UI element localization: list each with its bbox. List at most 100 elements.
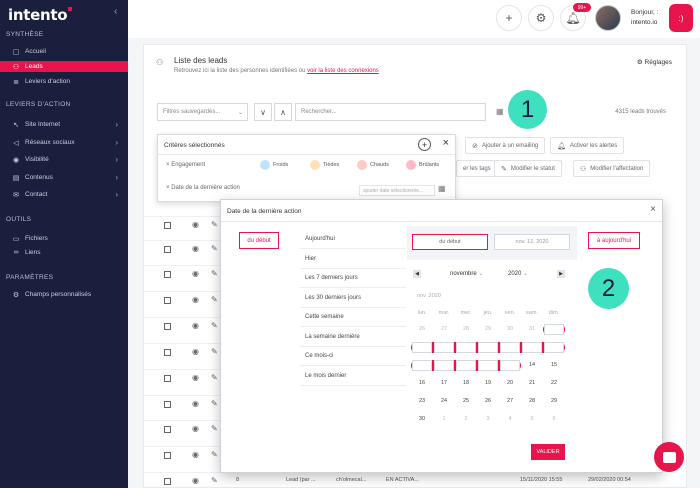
close-icon[interactable]: ×: [443, 137, 449, 149]
row-checkbox[interactable]: [164, 246, 171, 253]
calendar-day[interactable]: 25: [456, 396, 476, 407]
calendar-day[interactable]: 30: [412, 414, 432, 425]
calendar-day[interactable]: 20: [500, 378, 520, 389]
calendar-icon[interactable]: ▦: [438, 184, 446, 193]
chip-brulants[interactable]: Brûlants: [406, 160, 439, 170]
eye-icon[interactable]: ◉: [192, 373, 199, 382]
preset-this-month[interactable]: Ce mois-ci: [300, 347, 406, 366]
to-today-button[interactable]: à aujourd'hui: [588, 232, 640, 249]
calendar-day[interactable]: 1: [434, 414, 454, 425]
add-criteria-button[interactable]: +: [418, 138, 431, 151]
row-checkbox[interactable]: [164, 452, 171, 459]
row-checkbox[interactable]: [164, 375, 171, 382]
table-row[interactable]: ◉ ✎: [143, 472, 220, 488]
calendar-day[interactable]: 3: [434, 342, 454, 353]
eye-icon[interactable]: ◉: [192, 244, 199, 253]
table-row[interactable]: ◉ ✎: [143, 369, 220, 387]
edit-icon[interactable]: ✎: [211, 295, 218, 304]
validate-button[interactable]: VALIDER: [531, 444, 565, 460]
calendar-day[interactable]: 10: [434, 360, 454, 371]
calendar-day[interactable]: 7: [522, 342, 542, 353]
preset-this-week[interactable]: Cette semaine: [300, 308, 406, 327]
calendar-day[interactable]: 17: [434, 378, 454, 389]
eye-icon[interactable]: ◉: [192, 347, 199, 356]
calendar-day[interactable]: 26: [412, 324, 432, 335]
eye-icon[interactable]: ◉: [192, 295, 199, 304]
sort-down-button[interactable]: ∨: [254, 103, 272, 121]
calendar-day[interactable]: 6: [500, 342, 520, 353]
edit-icon[interactable]: ✎: [211, 347, 218, 356]
edit-icon[interactable]: ✎: [211, 269, 218, 278]
calendar-day[interactable]: 12: [478, 360, 498, 371]
calendar-day[interactable]: 4: [500, 414, 520, 425]
edit-status-button[interactable]: ✎ Modifier le statut: [494, 160, 562, 177]
calendar-day[interactable]: 26: [478, 396, 498, 407]
calendar-day[interactable]: 2: [412, 342, 432, 353]
sidebar-item-site-internet[interactable]: ↖ Site Internet ›: [0, 119, 128, 130]
row-checkbox[interactable]: [164, 323, 171, 330]
edit-icon[interactable]: ✎: [211, 424, 218, 433]
table-row[interactable]: ◉ ✎: [143, 291, 220, 309]
table-row[interactable]: ◉ ✎: [143, 420, 220, 438]
search-input[interactable]: Rechercher...: [295, 103, 486, 121]
calendar-day[interactable]: 14: [522, 360, 542, 371]
remove-icon[interactable]: ×: [166, 162, 170, 168]
preset-last-30-days[interactable]: Les 30 derniers jours: [300, 289, 406, 308]
edit-tags-button[interactable]: er les tags: [456, 160, 498, 177]
eye-icon[interactable]: ◉: [192, 220, 199, 229]
next-month-icon[interactable]: ▶: [557, 270, 565, 278]
calendar-day[interactable]: 29: [544, 396, 564, 407]
sidebar-item-contact[interactable]: ✉ Contact ›: [0, 189, 128, 200]
sidebar-item-visibilite[interactable]: ◉ Visibilité ›: [0, 154, 128, 165]
preset-last-week[interactable]: La semaine dernière: [300, 328, 406, 347]
edit-icon[interactable]: ✎: [211, 373, 218, 382]
edit-icon[interactable]: ✎: [211, 450, 218, 459]
sidebar-item-fichiers[interactable]: ▭ Fichiers: [0, 233, 128, 244]
preset-yesterday[interactable]: Hier: [300, 250, 406, 269]
preset-last-7-days[interactable]: Les 7 derniers jours: [300, 269, 406, 288]
close-icon[interactable]: ×: [650, 204, 656, 215]
sidebar-item-accueil[interactable]: ▢ Accueil: [0, 46, 128, 57]
add-to-emailing-button[interactable]: ⊘ Ajouter à un emailing: [465, 137, 546, 154]
calendar-day[interactable]: 4: [456, 342, 476, 353]
calendar-day[interactable]: 29: [478, 324, 498, 335]
from-start-button[interactable]: du début: [239, 232, 279, 249]
sidebar-item-leviers[interactable]: ≣ Leviers d'action: [0, 76, 128, 87]
row-checkbox[interactable]: [164, 297, 171, 304]
settings-button[interactable]: ⚙ Réglages: [637, 58, 672, 66]
date-to-input[interactable]: nov. 12, 2020: [494, 234, 570, 250]
calendar-day[interactable]: 28: [522, 396, 542, 407]
eye-icon[interactable]: ◉: [192, 321, 199, 330]
row-checkbox[interactable]: [164, 478, 171, 485]
sidebar-item-reseaux[interactable]: ◁ Réseaux sociaux ›: [0, 137, 128, 148]
prev-month-icon[interactable]: ◀: [413, 270, 421, 278]
sidebar-item-liens[interactable]: ∞ Liens: [0, 247, 128, 258]
collapse-sidebar-icon[interactable]: ‹: [114, 6, 117, 17]
edit-icon[interactable]: ✎: [211, 399, 218, 408]
eye-icon[interactable]: ◉: [192, 424, 199, 433]
calendar-day[interactable]: 8: [544, 342, 564, 353]
calendar-day[interactable]: 16: [412, 378, 432, 389]
calendar-day[interactable]: 1: [544, 324, 564, 335]
table-row-partial[interactable]: 8 Lead (par ... ch'olmecal... EN ACTIVA.…: [220, 474, 687, 488]
date-from-input[interactable]: du début: [412, 234, 488, 250]
calendar-day-today[interactable]: 13: [500, 360, 520, 371]
edit-icon[interactable]: ✎: [211, 220, 218, 229]
integrations-button[interactable]: ⚙: [528, 5, 554, 31]
calendar-day[interactable]: 11: [456, 360, 476, 371]
edit-icon[interactable]: ✎: [211, 321, 218, 330]
calendar-day[interactable]: 2: [456, 414, 476, 425]
calendar-day[interactable]: 5: [478, 342, 498, 353]
logo[interactable]: intento: [8, 6, 73, 24]
row-checkbox[interactable]: [164, 426, 171, 433]
table-row[interactable]: ◉ ✎: [143, 395, 220, 413]
saved-filters-select[interactable]: Filtres sauvegardés... ⌄: [157, 103, 248, 121]
calendar-day[interactable]: 6: [544, 414, 564, 425]
row-checkbox[interactable]: [164, 222, 171, 229]
logout-button[interactable]: :): [669, 4, 693, 32]
row-checkbox[interactable]: [164, 349, 171, 356]
chip-tiedes[interactable]: Tièdes: [310, 160, 339, 170]
calendar-day[interactable]: 23: [412, 396, 432, 407]
calendar-day[interactable]: 27: [500, 396, 520, 407]
sidebar-item-contenus[interactable]: ▤ Contenus ›: [0, 172, 128, 183]
